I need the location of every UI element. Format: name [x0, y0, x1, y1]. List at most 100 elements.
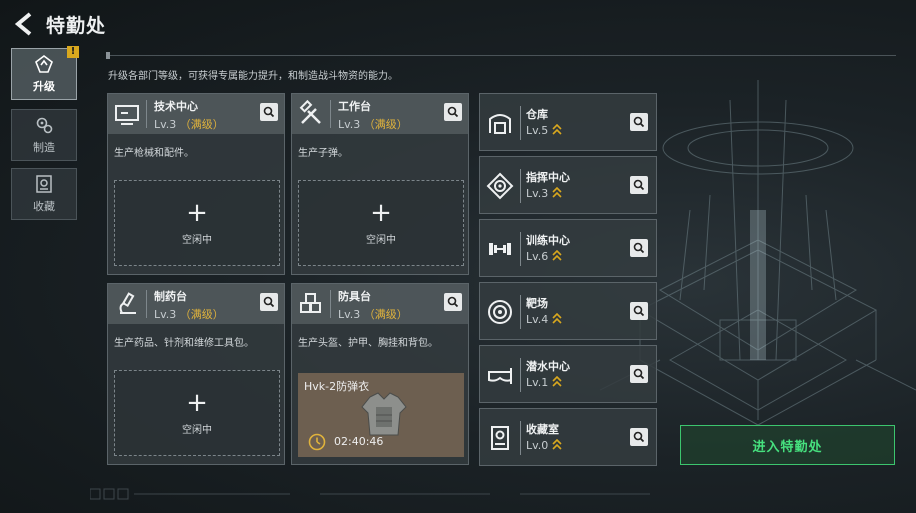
search-icon[interactable]: [630, 428, 648, 446]
level-value: Lv.5: [526, 124, 549, 137]
collection-icon: [36, 175, 52, 193]
search-icon[interactable]: [630, 302, 648, 320]
search-icon[interactable]: [630, 365, 648, 383]
max-level-tag: （满级）: [363, 118, 408, 131]
timer-icon: [308, 433, 326, 451]
level-value: Lv.3: [154, 308, 177, 321]
tab-collection[interactable]: 收藏: [11, 168, 77, 220]
search-icon[interactable]: [260, 293, 278, 311]
card-divider: [520, 358, 521, 392]
upgrade-alert-badge: !: [67, 46, 79, 58]
card-header: 防具台 Lv.3 （满级）: [292, 284, 468, 324]
collection-room-icon: [491, 426, 509, 450]
upgrade-icon: [35, 55, 53, 73]
facility-level: Lv.6: [526, 250, 562, 263]
department-level: Lv.3 （满级）: [338, 116, 408, 132]
enter-special-ops-button[interactable]: 进入特勤处: [680, 425, 895, 465]
crafting-slot[interactable]: Hvk-2防弹衣 02:40:46: [298, 373, 464, 457]
upgrade-available-icon: [552, 439, 562, 450]
facility-name: 靶场: [526, 297, 548, 310]
facility-training-center[interactable]: 训练中心 Lv.6: [479, 219, 657, 277]
facility-collection-room[interactable]: 收藏室 Lv.0: [479, 408, 657, 466]
card-divider: [520, 421, 521, 455]
department-name: 技术中心: [154, 100, 198, 113]
header-divider-tick: [106, 52, 110, 59]
add-icon: +: [370, 197, 392, 228]
target-icon: [488, 300, 512, 324]
level-value: Lv.1: [526, 376, 549, 389]
search-icon[interactable]: [630, 176, 648, 194]
slot-status: 空闲中: [182, 234, 212, 246]
facility-level: Lv.3: [526, 187, 562, 200]
department-level: Lv.3 （满级）: [154, 116, 224, 132]
tab-upgrade-label: 升级: [33, 80, 55, 93]
department-name: 防具台: [338, 290, 371, 303]
idle-production-slot[interactable]: + 空闲中: [298, 180, 464, 266]
body-armor-image: [361, 392, 407, 436]
upgrade-available-icon: [552, 250, 562, 261]
facility-command-center[interactable]: 指挥中心 Lv.3: [479, 156, 657, 214]
search-icon[interactable]: [630, 113, 648, 131]
facility-level: Lv.5: [526, 124, 562, 137]
department-description: 生产头盔、护甲、胸挂和背包。: [298, 338, 438, 349]
search-icon[interactable]: [260, 103, 278, 121]
facility-name: 潜水中心: [526, 360, 570, 373]
tab-upgrade[interactable]: 升级 !: [11, 46, 79, 100]
armor-cubes-icon: [300, 293, 321, 313]
facility-level: Lv.0: [526, 439, 562, 452]
idle-production-slot[interactable]: + 空闲中: [114, 370, 280, 456]
tab-manufacture-label: 制造: [33, 141, 55, 154]
facility-name: 收藏室: [526, 423, 559, 436]
facility-level: Lv.1: [526, 376, 562, 389]
search-icon[interactable]: [444, 103, 462, 121]
warehouse-icon: [489, 114, 511, 134]
department-name: 制药台: [154, 290, 187, 303]
facility-name: 仓库: [526, 108, 548, 121]
level-value: Lv.3: [338, 118, 361, 131]
level-value: Lv.3: [338, 308, 361, 321]
department-level: Lv.3 （满级）: [154, 306, 224, 322]
card-divider: [330, 290, 331, 318]
crafting-time-remaining: 02:40:46: [334, 435, 384, 448]
max-level-tag: （满级）: [363, 308, 408, 321]
dumbbell-icon: [489, 243, 511, 255]
header-divider: [106, 55, 896, 56]
facility-shooting-range[interactable]: 靶场 Lv.4: [479, 282, 657, 340]
gears-icon: [36, 117, 53, 134]
upgrade-available-icon: [552, 313, 562, 324]
header-bar: 特勤处: [0, 0, 916, 48]
monitor-icon: [115, 105, 139, 125]
command-center-icon: [486, 172, 514, 200]
department-card-tech-center[interactable]: 技术中心 Lv.3 （满级） 生产枪械和配件。 + 空闲中: [107, 93, 285, 275]
department-card-workbench[interactable]: 工作台 Lv.3 （满级） 生产子弹。 + 空闲中: [291, 93, 469, 275]
department-level: Lv.3 （满级）: [338, 306, 408, 322]
upgrade-available-icon: [552, 187, 562, 198]
card-header: 技术中心 Lv.3 （满级）: [108, 94, 284, 134]
department-description: 生产药品、针剂和维修工具包。: [114, 338, 254, 349]
tab-manufacture[interactable]: 制造: [11, 109, 77, 161]
slot-status: 空闲中: [182, 424, 212, 436]
section-description: 升级各部门等级，可获得专属能力提升，和制造战斗物资的能力。: [108, 71, 398, 82]
facility-name: 指挥中心: [526, 171, 570, 184]
facility-diving-center[interactable]: 潜水中心 Lv.1: [479, 345, 657, 403]
card-header: 工作台 Lv.3 （满级）: [292, 94, 468, 134]
page-title: 特勤处: [46, 15, 107, 37]
back-arrow-icon[interactable]: [10, 10, 38, 38]
add-icon: +: [186, 387, 208, 418]
card-divider: [520, 295, 521, 329]
card-divider: [520, 169, 521, 203]
card-divider: [146, 290, 147, 318]
department-name: 工作台: [338, 100, 371, 113]
search-icon[interactable]: [444, 293, 462, 311]
level-value: Lv.3: [526, 187, 549, 200]
upgrade-available-icon: [552, 376, 562, 387]
card-divider: [146, 100, 147, 128]
search-icon[interactable]: [630, 239, 648, 257]
department-description: 生产枪械和配件。: [114, 148, 194, 159]
add-icon: +: [186, 197, 208, 228]
facility-warehouse[interactable]: 仓库 Lv.5: [479, 93, 657, 151]
idle-production-slot[interactable]: + 空闲中: [114, 180, 280, 266]
department-card-pharmacy[interactable]: 制药台 Lv.3 （满级） 生产药品、针剂和维修工具包。 + 空闲中: [107, 283, 285, 465]
microscope-icon: [119, 292, 136, 314]
department-card-armor-bench[interactable]: 防具台 Lv.3 （满级） 生产头盔、护甲、胸挂和背包。 Hvk-2防弹衣 02…: [291, 283, 469, 465]
